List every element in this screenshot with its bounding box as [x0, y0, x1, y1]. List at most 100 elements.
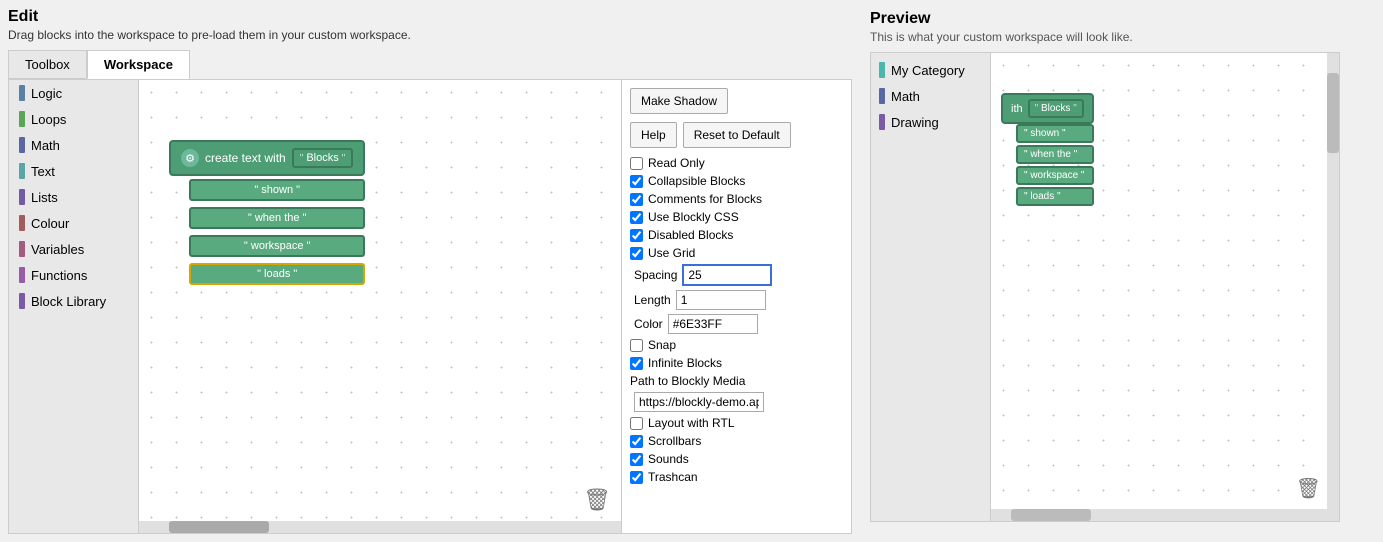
preview-sidebar-item-math[interactable]: Math — [871, 83, 990, 109]
sidebar: Logic LoopsMathTextListsColour Variables Fu… — [9, 80, 139, 533]
option-row: Comments for Blocks — [630, 192, 843, 206]
preview-main-block[interactable]: ith " Blocks " — [1001, 93, 1094, 124]
checkbox-disabled-blocks[interactable] — [630, 229, 643, 242]
checkbox-trashcan[interactable] — [630, 471, 643, 484]
checkbox-label[interactable]: Sounds — [648, 452, 689, 466]
preview-string-block: " Blocks " — [1028, 99, 1084, 118]
sidebar-item-variables[interactable]: Variables — [9, 236, 138, 262]
snap-label[interactable]: Snap — [648, 338, 676, 352]
preview-trash-icon[interactable]: 🗑 — [1296, 476, 1321, 501]
string-block: " Blocks " — [292, 148, 354, 168]
checkbox-label[interactable]: Comments for Blocks — [648, 192, 762, 206]
workspace-area[interactable]: 🗑 ⚙ create text with " Blocks " " shown … — [139, 80, 621, 533]
option-row: Use Grid — [630, 246, 843, 260]
checkbox-use-grid[interactable] — [630, 247, 643, 260]
make-shadow-button[interactable]: Make Shadow — [630, 88, 728, 114]
checkbox-label[interactable]: Layout with RTL — [648, 416, 735, 430]
sidebar-color-bar — [19, 267, 25, 283]
gear-icon: ⚙ — [181, 149, 199, 167]
block-container: ⚙ create text with " Blocks " " shown ""… — [169, 140, 365, 285]
preview-scrollbar-thumb-v — [1327, 73, 1339, 153]
color-input[interactable] — [668, 314, 758, 334]
option-row: Collapsible Blocks — [630, 174, 843, 188]
sidebar-item-text[interactable]: Text — [9, 158, 138, 184]
sidebar-item-label: Functions — [31, 268, 87, 283]
checkbox-sounds[interactable] — [630, 453, 643, 466]
workspace-scrollbar-h[interactable] — [139, 521, 621, 533]
sidebar-color-bar — [19, 215, 25, 231]
checkbox-label[interactable]: Infinite Blocks — [648, 356, 722, 370]
block-connector[interactable]: " shown " — [189, 179, 365, 201]
sidebar-item-functions[interactable]: Functions — [9, 262, 138, 288]
option-row: Read Only — [630, 156, 843, 170]
length-row: Length — [634, 290, 843, 310]
preview-sidebar-color-bar — [879, 62, 885, 78]
sidebar-item-loops[interactable]: Loops — [9, 106, 138, 132]
spacing-label: Spacing — [634, 268, 677, 282]
right-panel: Preview This is what your custom workspa… — [860, 0, 1350, 542]
path-input[interactable] — [634, 392, 764, 412]
checkbox-label[interactable]: Trashcan — [648, 470, 698, 484]
block-connector[interactable]: " workspace " — [189, 235, 365, 257]
tab-bar: Toolbox Workspace — [8, 50, 852, 79]
preview-scrollbar-h[interactable] — [991, 509, 1327, 521]
sidebar-item-math[interactable]: Math — [9, 132, 138, 158]
preview-sidebar-item-label: Drawing — [891, 115, 939, 130]
checkbox-comments-for-blocks[interactable] — [630, 193, 643, 206]
preview-workspace[interactable]: 🗑 ith " Blocks " " shown "" when the "" … — [991, 53, 1327, 521]
block-inner: " shown " " when the " " workspace " " load… — [189, 176, 365, 285]
btn-row-top: Make Shadow — [630, 88, 843, 114]
block-connector[interactable]: " loads " — [189, 263, 365, 285]
checkbox-label[interactable]: Use Blockly CSS — [648, 210, 739, 224]
length-label: Length — [634, 293, 671, 307]
option-row: Disabled Blocks — [630, 228, 843, 242]
checkbox-layout-with-rtl[interactable] — [630, 417, 643, 430]
block-connector[interactable]: " when the " — [189, 207, 365, 229]
color-row: Color — [634, 314, 843, 334]
checkbox-scrollbars[interactable] — [630, 435, 643, 448]
sidebar-item-lists[interactable]: Lists — [9, 184, 138, 210]
snap-checkbox[interactable] — [630, 339, 643, 352]
main-block[interactable]: ⚙ create text with " Blocks " — [169, 140, 365, 176]
edit-title: Edit — [8, 8, 852, 26]
sidebar-item-colour[interactable]: Colour — [9, 210, 138, 236]
checkbox-collapsible-blocks[interactable] — [630, 175, 643, 188]
checkbox-label[interactable]: Use Grid — [648, 246, 695, 260]
preview-connector[interactable]: " workspace " — [1016, 166, 1094, 185]
option-row: Scrollbars — [630, 434, 843, 448]
option-row: Infinite Blocks — [630, 356, 843, 370]
preview-ith-text: ith — [1011, 103, 1023, 115]
checkbox-label[interactable]: Scrollbars — [648, 434, 701, 448]
spacing-input[interactable] — [682, 264, 772, 286]
length-input[interactable] — [676, 290, 766, 310]
sidebar-item-label: Logic — [31, 86, 62, 101]
preview-sidebar: My Category Math Drawing — [871, 53, 991, 521]
checkbox-label[interactable]: Read Only — [648, 156, 705, 170]
help-button[interactable]: Help — [630, 122, 677, 148]
sidebar-item-label: Variables — [31, 242, 84, 257]
reset-button[interactable]: Reset to Default — [683, 122, 791, 148]
sidebar-item-label: Block Library — [31, 294, 106, 309]
tab-toolbox[interactable]: Toolbox — [8, 50, 87, 79]
preview-sidebar-item-drawing[interactable]: Drawing — [871, 109, 990, 135]
sidebar-item-block-library[interactable]: Block Library — [9, 288, 138, 314]
preview-connector[interactable]: " loads " — [1016, 187, 1094, 206]
preview-sidebar-item-my-category[interactable]: My Category — [871, 57, 990, 83]
preview-connector[interactable]: " shown " — [1016, 124, 1094, 143]
trash-icon[interactable]: 🗑 — [583, 487, 611, 513]
option-row: Trashcan — [630, 470, 843, 484]
scrollbar-thumb-h — [169, 521, 269, 533]
sidebar-color-bar — [19, 189, 25, 205]
checkbox-label[interactable]: Disabled Blocks — [648, 228, 733, 242]
preview-block-inner: " shown " " when the " " workspace " " load… — [1016, 124, 1094, 206]
checkbox-infinite-blocks[interactable] — [630, 357, 643, 370]
preview-sidebar-item-label: My Category — [891, 63, 965, 78]
preview-connector[interactable]: " when the " — [1016, 145, 1094, 164]
tab-workspace[interactable]: Workspace — [87, 50, 190, 79]
preview-scrollbar-v[interactable] — [1327, 53, 1339, 521]
checkbox-label[interactable]: Collapsible Blocks — [648, 174, 745, 188]
checkbox-use-blockly-css[interactable] — [630, 211, 643, 224]
sidebar-item-logic[interactable]: Logic — [9, 80, 138, 106]
checkbox-read-only[interactable] — [630, 157, 643, 170]
path-label-row: Path to Blockly Media — [630, 374, 843, 388]
